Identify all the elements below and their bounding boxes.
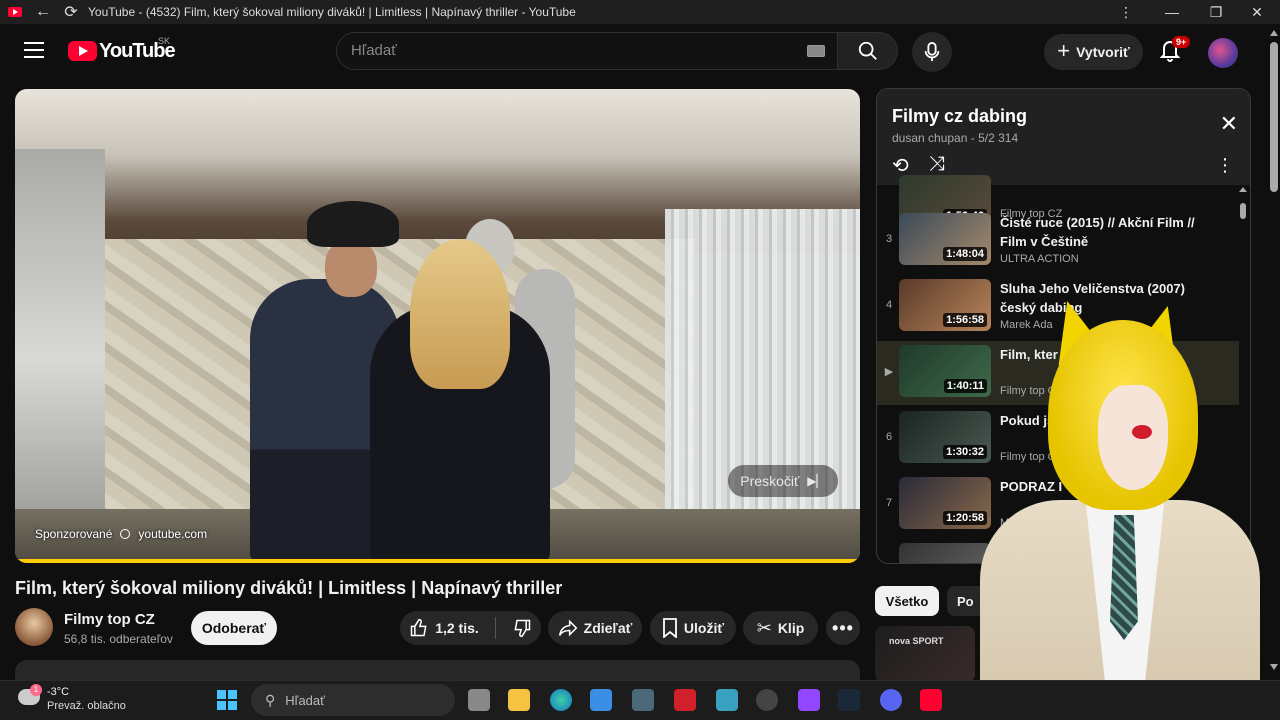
bookmark-icon [663,618,677,638]
more-horizontal-icon: ••• [832,617,854,638]
window-title: YouTube - (4532) Film, který šokoval mil… [88,5,576,19]
plus-icon: + [1057,38,1071,63]
windows-taskbar: 1 -3°C Prevaž. oblačno ⚲ Hľadať [0,680,1280,720]
skip-next-icon: ▶▏ [807,474,826,488]
twitch-icon[interactable] [798,689,820,711]
task-view-icon[interactable] [468,689,490,711]
playlist-thumbnail: 1:48:04 [899,213,991,265]
notification-badge: 9+ [1172,36,1191,48]
playlist-channel: ULTRA ACTION [1000,253,1079,265]
ad-progress-bar[interactable] [15,559,860,563]
thumbnail-text: nova SPORT [889,636,944,646]
clip-button[interactable]: ✂ Klip [743,611,818,645]
weather-description[interactable]: Prevaž. oblačno [47,700,126,712]
create-button[interactable]: + Vytvoriť [1044,34,1143,70]
masthead: YouTube SK + Vytvoriť 9+ [0,24,1280,80]
playlist-item[interactable]: 3 1:48:04 Čisté ruce (2015) // Akční Fil… [877,209,1239,273]
taskbar-search-placeholder: Hľadať [285,692,326,708]
country-code: SK [158,36,171,46]
subscriber-count: 56,8 tis. odberateľov [64,632,173,646]
scissors-icon: ✂ [756,617,772,638]
amd-icon[interactable] [674,689,696,711]
window-titlebar: ← ⟳ YouTube - (4532) Film, který šokoval… [0,0,1280,24]
playlist-index: 6 [885,431,893,443]
discord-icon[interactable] [880,689,902,711]
video-title: Film, který šokoval miliony diváků! | Li… [15,578,563,598]
youtube-logo[interactable]: YouTube SK [68,36,176,62]
search-icon [858,41,877,60]
playlist-title[interactable]: Filmy cz dabing [892,106,1027,127]
share-icon [558,619,578,637]
playlist-meta: dusan chupan - 5/2 314 [892,131,1019,145]
more-actions-button[interactable]: ••• [826,611,860,645]
playlist-index: 7 [885,497,893,509]
like-count: 1,2 tis. [435,620,479,636]
youtube-favicon-icon [8,7,22,17]
playlist-index: 4 [885,299,893,311]
microphone-icon [924,42,940,62]
search-button[interactable] [838,32,898,70]
clip-label: Klip [777,620,805,636]
close-button[interactable]: ✕ [1234,0,1280,24]
reload-icon[interactable]: ⟳ [60,2,82,22]
voice-search-button[interactable] [912,32,952,72]
back-arrow-icon[interactable]: ← [32,3,54,21]
steam-icon[interactable] [838,689,860,711]
share-label: Zdieľať [583,620,633,636]
info-icon[interactable] [120,529,131,539]
subscribe-button[interactable]: Odoberať [191,611,277,645]
account-avatar[interactable] [1208,38,1238,68]
playlist-position: 5/2 314 [978,131,1019,145]
share-button[interactable]: Zdieľať [548,611,642,645]
windows-start-icon[interactable] [217,690,237,710]
minimize-button[interactable]: — [1149,0,1195,24]
save-label: Uložiť [683,620,725,636]
like-dislike-group: 1,2 tis. [400,611,541,645]
more-options-icon[interactable]: ⋮ [1103,0,1149,24]
ad-sponsored-label: Sponzorované [35,527,113,541]
playlist-video-title: Čisté ruce (2015) // Akční Film // Film … [1000,215,1195,249]
thumbs-down-icon[interactable] [512,618,532,638]
vtube-studio-icon[interactable] [716,689,738,711]
search-box [336,32,838,70]
search-input[interactable] [351,42,791,59]
ad-domain[interactable]: youtube.com [138,527,207,541]
playlist-owner[interactable]: dusan chupan [892,131,967,145]
vtuber-avatar-overlay [960,294,1260,720]
now-playing-icon: ▶ [884,366,894,378]
chip-all[interactable]: Všetko [875,586,939,616]
close-icon[interactable]: ✕ [1220,111,1238,137]
youtube-play-icon [68,41,97,61]
menu-icon[interactable] [24,42,44,58]
keyboard-icon[interactable] [807,45,825,57]
weather-temperature[interactable]: -3°C [47,686,69,698]
maximize-button[interactable]: ❐ [1193,0,1239,24]
video-duration: 1:48:04 [943,247,987,261]
search-icon: ⚲ [265,691,276,708]
create-label: Vytvoriť [1076,44,1130,60]
ad-info: Sponzorované youtube.com [35,527,207,541]
weather-badge: 1 [30,684,42,696]
edge-browser-icon[interactable] [550,689,572,711]
like-button[interactable]: 1,2 tis. [409,618,479,638]
channel-name[interactable]: Filmy top CZ [64,611,155,628]
file-explorer-icon[interactable] [508,689,530,711]
thumbs-up-icon [410,618,427,637]
taskbar-search[interactable]: ⚲ Hľadať [251,684,455,716]
page-scrollbar[interactable] [1268,24,1280,680]
save-button[interactable]: Uložiť [650,611,736,645]
video-player[interactable]: Preskočiť ▶▏ Sponzorované youtube.com [15,89,860,563]
youtube-app-icon[interactable] [920,689,942,711]
channel-avatar[interactable] [15,608,53,646]
microsoft-store-icon[interactable] [590,689,612,711]
skip-ad-button[interactable]: Preskočiť ▶▏ [728,465,838,497]
obs-icon[interactable] [756,689,778,711]
app-icon[interactable] [632,689,654,711]
playlist-index: 3 [885,233,893,245]
skip-label: Preskočiť [740,473,800,489]
